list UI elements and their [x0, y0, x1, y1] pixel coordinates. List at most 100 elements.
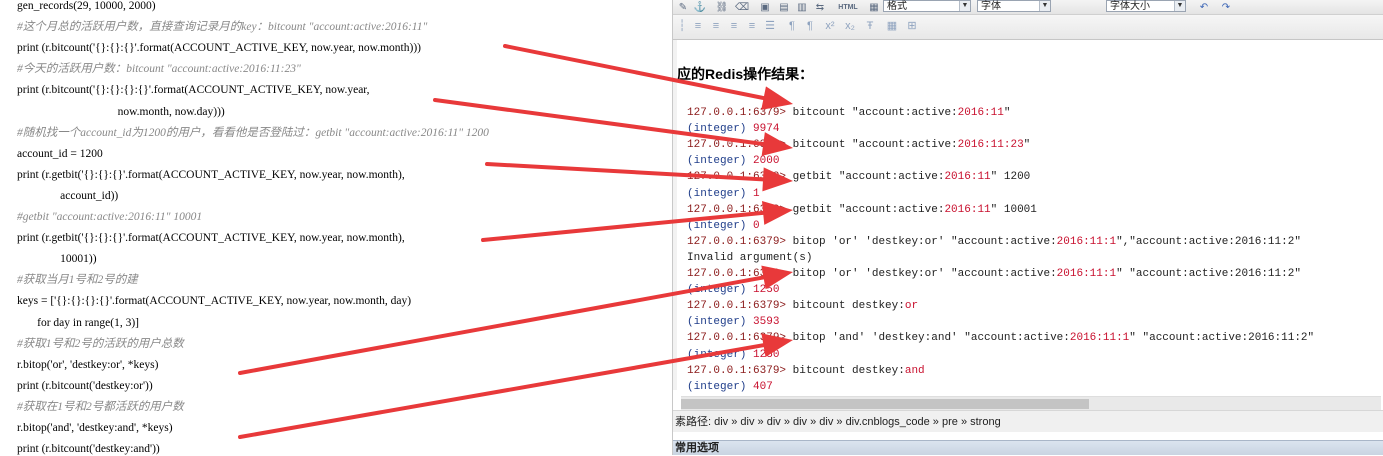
eraser-icon[interactable]: ⌫: [735, 2, 749, 14]
code-comment-line: #获取在1号和2号都活跃的用户数: [17, 400, 184, 413]
edit-icon[interactable]: ✎: [676, 2, 690, 14]
terminal-cmd: bitcount "account:active:: [792, 107, 958, 119]
terminal-val: 407: [753, 380, 773, 393]
align-right-icon[interactable]: ≡: [727, 20, 741, 33]
code-comment-line: #这个月总的活跃用户数，直接查询记录月的key：bitcount "accoun…: [17, 21, 428, 34]
terminal-tail: " "account:active:2016:11:2": [1129, 332, 1315, 345]
swap-icon[interactable]: ⇆: [813, 2, 827, 14]
editor-panel: ✎ ⚓ ⛓ ⌫ ▣ ▤ ▥ ⇆ HTML ▦ 格式 ▼ 字体 ▼ 字体大小 ▼ ↶ ↷…: [672, 0, 1383, 455]
redo-icon[interactable]: ↷: [1219, 2, 1233, 14]
table-icon[interactable]: ▦: [885, 20, 899, 33]
terminal-integer: (integer): [687, 155, 754, 168]
code-line: for day in range(1, 3)]: [17, 316, 139, 329]
format-clear-icon[interactable]: Ŧ: [863, 20, 877, 33]
page-icon[interactable]: ▥: [795, 2, 809, 14]
terminal-val: 1250: [753, 348, 780, 361]
terminal-line: 127.0.0.1:6379> bitcount destkey:and: [687, 363, 925, 379]
terminal-line: (integer) 9974: [687, 121, 779, 137]
section-title: 应的Redis操作结果：: [677, 66, 814, 82]
undo-icon[interactable]: ↶: [1197, 2, 1211, 14]
terminal-val: 1250: [753, 284, 780, 297]
terminal-prompt: 127.0.0.1:6379>: [687, 139, 793, 152]
terminal-cmd: bitop 'and' 'destkey:and' "account:activ…: [792, 332, 1070, 345]
code-line: keys = ['{}:{}:{}:{}'.format(ACCOUNT_ACT…: [17, 295, 412, 308]
align-center-icon[interactable]: ≡: [709, 20, 723, 33]
chevron-down-icon: ▼: [959, 1, 970, 11]
code-line: print (r.bitcount('{}:{}:{}'.format(ACCO…: [17, 42, 421, 55]
editor-toolbar-top: ✎ ⚓ ⛓ ⌫ ▣ ▤ ▥ ⇆ HTML ▦ 格式 ▼ 字体 ▼ 字体大小 ▼ ↶ ↷: [673, 0, 1383, 15]
terminal-integer: (integer): [687, 219, 754, 232]
element-path-breadcrumb[interactable]: 素路径: div » div » div » div » div » div.c…: [673, 410, 1383, 432]
code-comment-line: #今天的活跃用户数：bitcount "account:active:2016:…: [17, 63, 301, 76]
terminal-hl: 2016:11: [944, 171, 991, 184]
terminal-line: (integer) 407: [687, 379, 773, 395]
code-line: print (r.getbit('{}:{}:{}'.format(ACCOUN…: [17, 168, 405, 181]
format-select[interactable]: 格式 ▼: [883, 0, 971, 12]
terminal-cmd: bitop 'or' 'destkey:or' "account:active:: [792, 235, 1057, 248]
terminal-tail: " "account:active:2016:11:2": [1116, 268, 1301, 280]
code-line: account_id)): [17, 189, 119, 202]
terminal-hl: 2016:11: [957, 107, 1004, 119]
image-icon[interactable]: ▣: [758, 2, 772, 14]
terminal-prompt: 127.0.0.1:6379>: [687, 300, 793, 313]
rtl-icon[interactable]: ¶: [803, 20, 817, 33]
terminal-line: 127.0.0.1:6379> bitcount "account:active…: [687, 105, 1010, 121]
terminal-cmd: bitcount destkey:: [792, 364, 905, 377]
terminal-cmd: bitcount "account:active:: [792, 139, 958, 152]
terminal-line: 127.0.0.1:6379> bitop 'or' 'destkey:or' …: [687, 234, 1301, 250]
code-comment-line: #获取1号和2号的活跃的用户总数: [17, 337, 184, 350]
editor-toolbar-bottom: ┆ ≡ ≡ ≡ ≡ ☰ ¶ ¶ x² x₂ Ŧ ▦ ⊞: [673, 15, 1383, 40]
terminal-line: 127.0.0.1:6379> bitop 'or' 'destkey:or' …: [687, 266, 1301, 282]
code-line: account_id = 1200: [17, 147, 103, 160]
chevron-down-icon: ▼: [1039, 1, 1050, 11]
terminal-line: 127.0.0.1:6379> getbit "account:active:2…: [687, 169, 1030, 185]
terminal-line: 127.0.0.1:6379> getbit "account:active:2…: [687, 202, 1037, 218]
terminal-hl: 2016:11:23: [957, 139, 1024, 152]
list-icon[interactable]: ☰: [763, 20, 777, 33]
terminal-val: 0: [753, 219, 760, 232]
terminal-tail: ": [1023, 139, 1031, 152]
html-button[interactable]: HTML: [833, 2, 863, 14]
scrollbar-thumb[interactable]: [681, 399, 1089, 409]
terminal-line: (integer) 3593: [687, 314, 779, 330]
terminal-val: 1: [753, 187, 760, 200]
terminal-val: 9974: [753, 123, 780, 136]
ltr-icon[interactable]: ¶: [785, 20, 799, 33]
superscript-icon[interactable]: x²: [823, 20, 837, 33]
terminal-line: (integer) 2000: [687, 153, 779, 169]
indent-icon[interactable]: ┆: [675, 20, 689, 33]
terminal-integer: (integer): [687, 380, 754, 393]
merge-icon[interactable]: ⊞: [905, 20, 919, 33]
terminal-prompt: 127.0.0.1:6379>: [687, 235, 793, 248]
terminal-line: (integer) 0: [687, 218, 760, 234]
code-line: print (r.getbit('{}:{}:{}'.format(ACCOUN…: [17, 232, 405, 245]
terminal-integer: (integer): [687, 187, 754, 200]
font-select[interactable]: 字体 ▼: [977, 0, 1051, 12]
code-line: r.bitop('or', 'destkey:or', *keys): [17, 358, 159, 371]
align-left-icon[interactable]: ≡: [691, 20, 705, 33]
subscript-icon[interactable]: x₂: [843, 20, 857, 33]
terminal-val: 3593: [753, 316, 780, 329]
terminal-prompt: 127.0.0.1:6379>: [687, 203, 793, 216]
options-panel-header[interactable]: 常用选项: [673, 440, 1383, 455]
terminal-prompt: 127.0.0.1:6379>: [687, 171, 793, 184]
video-icon[interactable]: ▤: [777, 2, 791, 14]
align-justify-icon[interactable]: ≡: [745, 20, 759, 33]
terminal-hl: and: [904, 364, 925, 377]
chevron-down-icon: ▼: [1174, 1, 1185, 11]
font-size-select[interactable]: 字体大小 ▼: [1106, 0, 1186, 12]
code-panel: gen_records(29, 10000, 2000) #这个月总的活跃用户数，…: [0, 0, 672, 455]
terminal-prompt: 127.0.0.1:6379>: [687, 268, 793, 280]
table-icon[interactable]: ▦: [867, 2, 881, 14]
link-icon[interactable]: ⛓: [715, 2, 729, 14]
terminal-line: (integer) 1: [687, 186, 760, 202]
terminal-prompt: 127.0.0.1:6379>: [687, 107, 793, 119]
code-comment-line: #随机找一个account_id为1200的用户，看看他是否登陆过：getbit…: [17, 126, 489, 139]
terminal-integer: (integer): [687, 348, 754, 361]
terminal-hl: 2016:11:1: [1056, 268, 1117, 280]
anchor-icon[interactable]: ⚓: [693, 2, 707, 14]
code-line: gen_records(29, 10000, 2000): [17, 0, 156, 12]
horizontal-scrollbar[interactable]: [681, 396, 1381, 411]
terminal-prompt: 127.0.0.1:6379>: [687, 332, 793, 345]
code-line: now.month, now.day))): [17, 105, 225, 118]
